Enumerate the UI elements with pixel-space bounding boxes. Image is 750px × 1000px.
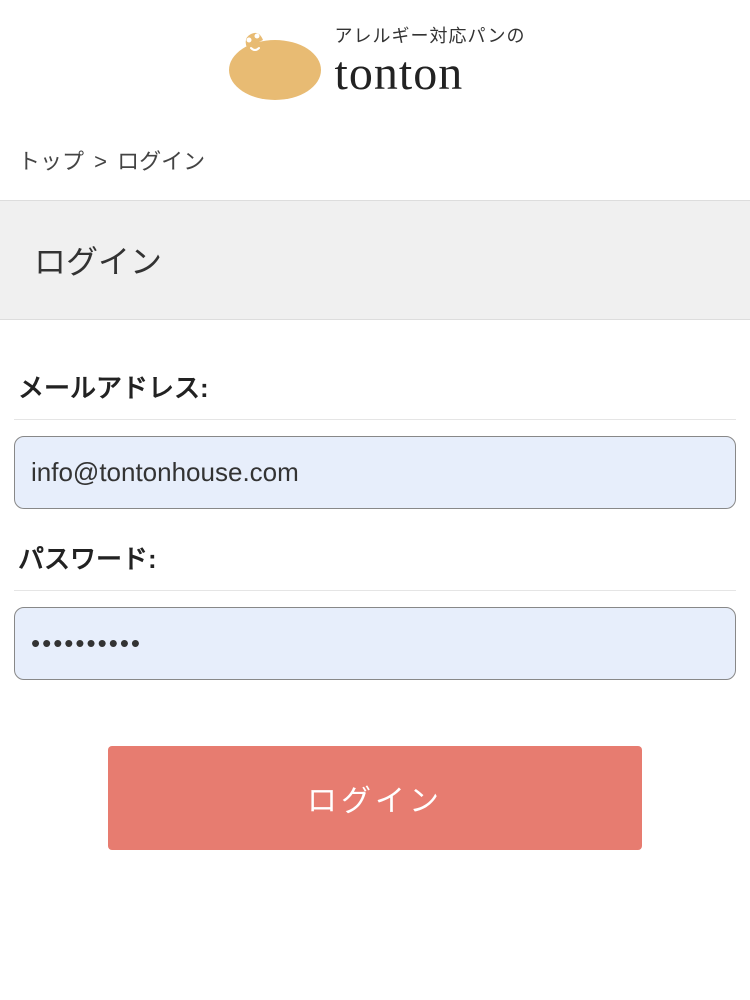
breadcrumb-home[interactable]: トップ xyxy=(18,149,84,174)
logo[interactable]: アレルギー対応パンの tonton xyxy=(225,20,526,100)
section-header: ログイン xyxy=(0,200,750,320)
login-form: メールアドレス: パスワード: ログイン xyxy=(0,320,750,890)
logo-text: アレルギー対応パンの tonton xyxy=(335,22,526,98)
breadcrumb-current: ログイン xyxy=(117,149,205,174)
divider xyxy=(14,419,736,420)
logo-brand: tonton xyxy=(335,50,464,98)
header: アレルギー対応パンの tonton xyxy=(0,0,750,130)
logo-icon xyxy=(225,20,325,100)
breadcrumb-separator: > xyxy=(94,149,107,174)
logo-tagline: アレルギー対応パンの xyxy=(335,22,526,48)
divider xyxy=(14,590,736,591)
page-title: ログイン xyxy=(34,237,716,283)
login-button[interactable]: ログイン xyxy=(108,746,642,850)
password-label: パスワード: xyxy=(14,539,736,590)
submit-wrap: ログイン xyxy=(14,710,736,890)
breadcrumb: トップ > ログイン xyxy=(0,130,750,200)
email-field[interactable] xyxy=(14,436,736,509)
email-label: メールアドレス: xyxy=(14,368,736,419)
password-field[interactable] xyxy=(14,607,736,680)
